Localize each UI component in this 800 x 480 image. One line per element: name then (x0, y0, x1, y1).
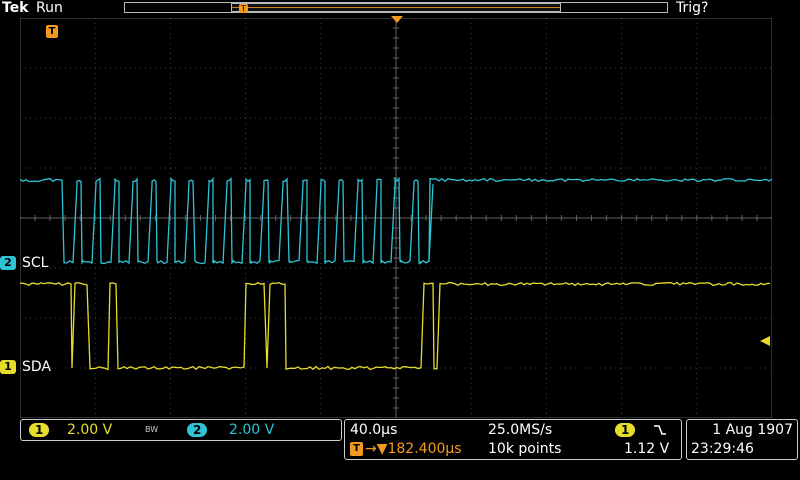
falling-edge-icon (653, 423, 667, 437)
brand-logo: Tek (2, 0, 29, 16)
trigger-position: →▼182.400µs (365, 441, 462, 457)
trigger-point-marker-icon[interactable] (391, 16, 403, 24)
ch2-ground-marker[interactable]: 2 (0, 256, 16, 270)
ch1-ground-marker[interactable]: 1 (0, 360, 16, 374)
vertical-readout[interactable]: 1 2.00 V BW 2 2.00 V (20, 419, 342, 441)
horizontal-scale: 40.0µs (350, 422, 397, 438)
ch2-scale: 2.00 V (229, 422, 274, 438)
datetime-readout: 1 Aug 1907 23:29:46 (686, 419, 798, 460)
sample-rate: 25.0MS/s (488, 422, 552, 438)
trigger-position-marker-icon[interactable]: T (239, 4, 248, 13)
ch1-scale: 2.00 V (67, 422, 112, 438)
acquisition-state[interactable]: Run (36, 0, 63, 16)
ch1-label: SDA (22, 359, 51, 375)
trigger-time-marker-icon[interactable]: T (46, 25, 58, 38)
bandwidth-limit-icon: BW (145, 425, 158, 434)
record-view-line (232, 7, 560, 8)
readout-panel: 1 2.00 V BW 2 2.00 V 40.0µs 25.0MS/s T →… (0, 419, 800, 480)
ch2-label: SCL (22, 255, 48, 271)
trigger-state: Trig? (676, 0, 708, 16)
ch2-badge: 2 (187, 423, 207, 437)
record-length: 10k points (488, 441, 561, 457)
ch1-badge: 1 (29, 423, 49, 437)
horizontal-readout[interactable]: 40.0µs 25.0MS/s T →▼182.400µs 10k points… (344, 419, 682, 460)
trigger-source-badge: 1 (615, 423, 635, 437)
waveform-display[interactable] (20, 18, 772, 418)
trigger-level-arrow-icon[interactable] (760, 336, 772, 346)
time: 23:29:46 (691, 441, 754, 457)
trigger-level: 1.12 V (624, 441, 669, 457)
trigger-badge-icon: T (350, 442, 363, 456)
date: 1 Aug 1907 (712, 422, 793, 438)
